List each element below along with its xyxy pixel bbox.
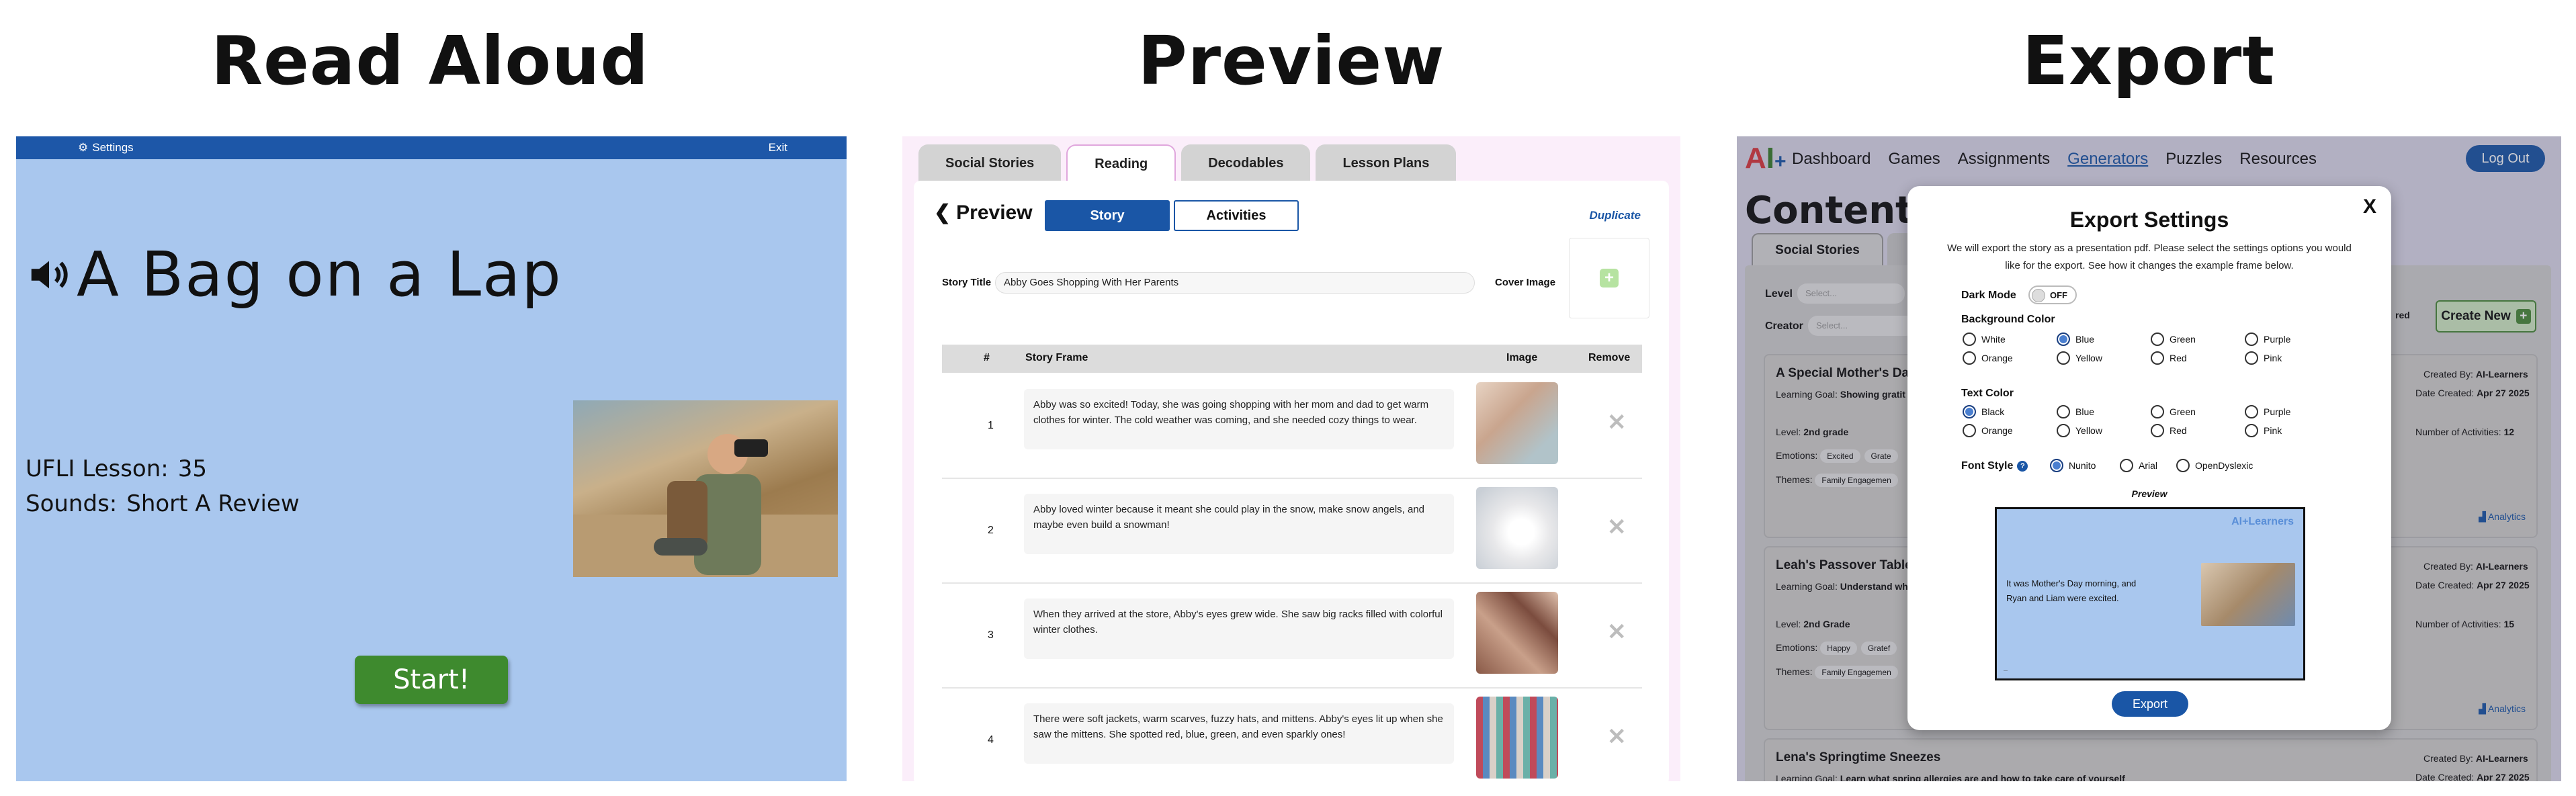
tab-decodables[interactable]: Decodables — [1181, 144, 1311, 182]
preview-frame-image — [2201, 563, 2295, 626]
lesson-label: UFLI Lesson: — [26, 455, 169, 482]
frame-number: 3 — [988, 629, 994, 641]
frame-text[interactable]: When they arrived at the store, Abby's e… — [1024, 599, 1454, 659]
frame-text[interactable]: There were soft jackets, warm scarves, f… — [1024, 703, 1454, 764]
story-title-label: Story Title — [942, 277, 992, 288]
tab-reading[interactable]: Reading — [1066, 144, 1176, 182]
duplicate-link[interactable]: Duplicate — [1589, 209, 1641, 222]
bg-yellow-radio[interactable]: Yellow — [2057, 351, 2102, 365]
preview-label: Preview — [2131, 488, 2167, 499]
col-image: Image — [1506, 352, 1538, 363]
remove-x-icon[interactable]: ✕ — [1607, 723, 1627, 750]
frame-text[interactable]: Abby loved winter because it meant she c… — [1024, 494, 1454, 554]
text-pink-radio[interactable]: Pink — [2245, 424, 2282, 437]
text-blue-radio[interactable]: Blue — [2057, 405, 2094, 418]
export-preview-frame: AI+Learners It was Mother's Day morning,… — [1995, 507, 2305, 680]
modal-title: Export Settings — [2069, 208, 2229, 232]
sounds-label: Sounds: — [26, 490, 118, 517]
heading-read-aloud: Read Aloud — [211, 21, 649, 100]
sounds-row: Sounds: Short A Review — [26, 490, 300, 517]
text-red-radio[interactable]: Red — [2151, 424, 2187, 437]
start-button[interactable]: Start! — [355, 656, 508, 704]
bg-green-radio[interactable]: Green — [2151, 333, 2196, 346]
font-nunito-radio[interactable]: Nunito — [2050, 459, 2096, 472]
frame-text[interactable]: Abby was so excited! Today, she was goin… — [1024, 389, 1454, 449]
text-orange-radio[interactable]: Orange — [1963, 424, 2013, 437]
generator-tabs: Social Stories Reading Decodables Lesson… — [918, 144, 1457, 182]
font-arial-radio[interactable]: Arial — [2120, 459, 2157, 472]
export-settings-modal: X Export Settings We will export the sto… — [1907, 186, 2391, 730]
frame-number: 1 — [988, 420, 994, 431]
text-color-label: Text Color — [1961, 388, 2014, 399]
lesson-value: 35 — [177, 455, 207, 482]
tab-lesson-plans[interactable]: Lesson Plans — [1316, 144, 1457, 182]
back-chevron-icon[interactable]: ❮ — [934, 201, 951, 224]
cover-image-label: Cover Image — [1495, 277, 1556, 288]
export-button[interactable]: Export — [2112, 691, 2188, 717]
table-row: 1 Abby was so excited! Today, she was go… — [942, 374, 1642, 479]
dark-mode-label: Dark Mode — [1961, 290, 2016, 301]
col-remove: Remove — [1588, 352, 1631, 363]
font-opendyslexic-radio[interactable]: OpenDyslexic — [2176, 459, 2253, 472]
story-title: A Bag on a Lap — [77, 238, 562, 310]
bg-white-radio[interactable]: White — [1963, 333, 2006, 346]
dark-mode-toggle[interactable]: OFF — [2028, 285, 2077, 304]
text-yellow-radio[interactable]: Yellow — [2057, 424, 2102, 437]
story-title-row: A Bag on a Lap — [26, 238, 562, 310]
sounds-value: Short A Review — [126, 490, 300, 517]
background-color-label: Background Color — [1961, 314, 2055, 325]
heading-export: Export — [2022, 21, 2276, 100]
cover-image-upload[interactable]: + — [1569, 238, 1649, 318]
modal-description: We will export the story as a presentati… — [1947, 242, 2352, 271]
bg-purple-radio[interactable]: Purple — [2245, 333, 2290, 346]
frame-image[interactable] — [1476, 592, 1558, 674]
ai-learners-logo: AI+Learners — [2231, 516, 2294, 527]
story-title-input[interactable]: Abby Goes Shopping With Her Parents — [995, 272, 1475, 294]
table-row: 4 There were soft jackets, warm scarves,… — [942, 689, 1642, 781]
preview-title: Preview — [956, 201, 1033, 224]
remove-x-icon[interactable]: ✕ — [1607, 619, 1627, 646]
activities-button[interactable]: Activities — [1174, 200, 1299, 231]
frame-image[interactable] — [1476, 382, 1558, 464]
frame-image[interactable] — [1476, 487, 1558, 569]
frame-image[interactable] — [1476, 697, 1558, 779]
col-story-frame: Story Frame — [1025, 352, 1088, 363]
plus-icon: + — [1600, 269, 1619, 288]
text-purple-radio[interactable]: Purple — [2245, 405, 2290, 418]
remove-x-icon[interactable]: ✕ — [1607, 409, 1627, 436]
col-number: # — [984, 352, 990, 363]
read-aloud-panel: ⚙ Settings Exit A Bag on a Lap UFLI Less… — [16, 136, 847, 781]
story-button[interactable]: Story — [1045, 200, 1170, 231]
preview-frame-text: It was Mother's Day morning, and Ryan an… — [2006, 578, 2137, 603]
bg-pink-radio[interactable]: Pink — [2245, 351, 2282, 365]
settings-label: Settings — [92, 141, 134, 154]
speaker-icon[interactable] — [26, 251, 73, 298]
remove-x-icon[interactable]: ✕ — [1607, 514, 1627, 541]
info-icon[interactable]: ? — [2017, 461, 2028, 472]
lesson-row: UFLI Lesson: 35 — [26, 455, 207, 482]
story-photo — [573, 400, 838, 577]
exit-button[interactable]: Exit — [769, 141, 787, 154]
read-aloud-topbar: ⚙ Settings Exit — [16, 136, 847, 159]
text-green-radio[interactable]: Green — [2151, 405, 2196, 418]
frame-number: 4 — [988, 734, 994, 746]
text-black-radio[interactable]: Black — [1963, 405, 2004, 418]
preview-panel: Social Stories Reading Decodables Lesson… — [902, 136, 1680, 781]
bg-blue-radio[interactable]: Blue — [2057, 333, 2094, 346]
frames-table-header: # Story Frame Image Remove — [942, 345, 1642, 373]
tab-social-stories[interactable]: Social Stories — [918, 144, 1062, 182]
gear-icon: ⚙ — [78, 141, 89, 154]
table-row: 3 When they arrived at the store, Abby's… — [942, 584, 1642, 689]
settings-button[interactable]: ⚙ Settings — [78, 141, 134, 154]
preview-card: ❮ Preview Story Activities Duplicate Sto… — [914, 181, 1669, 781]
frame-number: 2 — [988, 525, 994, 536]
font-style-label: Font Style ? — [1961, 460, 2028, 472]
heading-preview: Preview — [1137, 21, 1445, 100]
preview-header: ❮ Preview — [934, 201, 1033, 224]
table-row: 2 Abby loved winter because it meant she… — [942, 479, 1642, 584]
bg-red-radio[interactable]: Red — [2151, 351, 2187, 365]
preview-footer: — — [2004, 669, 2008, 673]
export-panel: AI+ Dashboard Games Assignments Generato… — [1737, 136, 2561, 781]
bg-orange-radio[interactable]: Orange — [1963, 351, 2013, 365]
